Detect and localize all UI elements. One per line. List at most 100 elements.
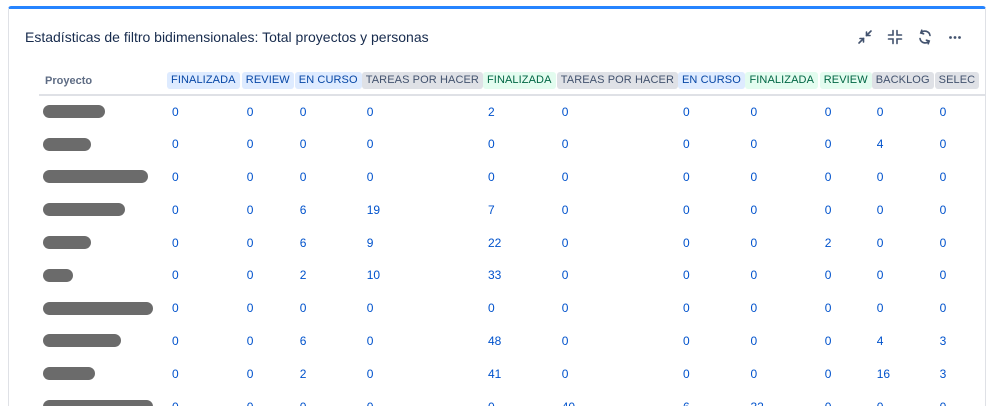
count-cell[interactable]: 0: [242, 292, 295, 325]
count-cell[interactable]: 6: [295, 226, 362, 259]
count-cell[interactable]: 0: [167, 161, 242, 194]
project-name-cell[interactable]: [39, 193, 167, 226]
count-cell[interactable]: 32: [745, 390, 819, 406]
project-column-header[interactable]: Proyecto: [39, 67, 167, 96]
count-cell[interactable]: 48: [483, 325, 557, 358]
count-cell[interactable]: 0: [362, 292, 483, 325]
count-cell[interactable]: 0: [745, 128, 819, 161]
count-cell[interactable]: 0: [820, 325, 872, 358]
count-cell[interactable]: 0: [820, 95, 872, 128]
count-cell[interactable]: 0: [557, 325, 678, 358]
count-cell[interactable]: 4: [872, 128, 935, 161]
count-cell[interactable]: 0: [678, 357, 745, 390]
count-cell[interactable]: 0: [362, 357, 483, 390]
count-cell[interactable]: 0: [935, 226, 985, 259]
minimize-icon[interactable]: [856, 28, 873, 45]
count-cell[interactable]: 0: [872, 292, 935, 325]
count-cell[interactable]: 6: [295, 193, 362, 226]
count-cell[interactable]: 0: [483, 292, 557, 325]
count-cell[interactable]: 0: [557, 95, 678, 128]
count-cell[interactable]: 0: [242, 226, 295, 259]
count-cell[interactable]: 9: [362, 226, 483, 259]
count-cell[interactable]: 0: [678, 128, 745, 161]
count-cell[interactable]: 0: [167, 325, 242, 358]
collapse-icon[interactable]: [886, 28, 903, 45]
count-cell[interactable]: 0: [242, 161, 295, 194]
count-cell[interactable]: 4: [872, 325, 935, 358]
count-cell[interactable]: 0: [872, 161, 935, 194]
count-cell[interactable]: 0: [935, 390, 985, 406]
count-cell[interactable]: 0: [745, 193, 819, 226]
project-name-cell[interactable]: [39, 226, 167, 259]
count-cell[interactable]: 19: [362, 193, 483, 226]
count-cell[interactable]: 0: [935, 292, 985, 325]
count-cell[interactable]: 0: [820, 193, 872, 226]
count-cell[interactable]: 0: [483, 161, 557, 194]
count-cell[interactable]: 0: [678, 226, 745, 259]
count-cell[interactable]: 0: [935, 161, 985, 194]
count-cell[interactable]: 0: [745, 357, 819, 390]
count-cell[interactable]: 6: [295, 325, 362, 358]
project-name-cell[interactable]: [39, 95, 167, 128]
count-cell[interactable]: 0: [557, 161, 678, 194]
count-cell[interactable]: 0: [362, 95, 483, 128]
count-cell[interactable]: 0: [295, 128, 362, 161]
count-cell[interactable]: 0: [295, 161, 362, 194]
count-cell[interactable]: 0: [242, 259, 295, 292]
count-cell[interactable]: 0: [242, 193, 295, 226]
count-cell[interactable]: 0: [872, 390, 935, 406]
count-cell[interactable]: 3: [935, 357, 985, 390]
count-cell[interactable]: 0: [745, 325, 819, 358]
project-name-cell[interactable]: [39, 259, 167, 292]
count-cell[interactable]: 2: [820, 226, 872, 259]
stats-table-container[interactable]: Proyecto FINALIZADA REVIEW EN CURSO TARE…: [39, 67, 985, 406]
count-cell[interactable]: 0: [557, 259, 678, 292]
count-cell[interactable]: 0: [678, 292, 745, 325]
count-cell[interactable]: 0: [745, 226, 819, 259]
count-cell[interactable]: 0: [362, 128, 483, 161]
count-cell[interactable]: 0: [167, 292, 242, 325]
count-cell[interactable]: 0: [935, 128, 985, 161]
count-cell[interactable]: 0: [362, 161, 483, 194]
count-cell[interactable]: 0: [242, 390, 295, 406]
count-cell[interactable]: 0: [295, 292, 362, 325]
count-cell[interactable]: 0: [678, 259, 745, 292]
count-cell[interactable]: 0: [745, 292, 819, 325]
count-cell[interactable]: 0: [678, 95, 745, 128]
project-name-cell[interactable]: [39, 128, 167, 161]
count-cell[interactable]: 0: [242, 325, 295, 358]
count-cell[interactable]: 0: [820, 161, 872, 194]
project-name-cell[interactable]: [39, 390, 167, 406]
count-cell[interactable]: 0: [678, 325, 745, 358]
count-cell[interactable]: 0: [745, 259, 819, 292]
count-cell[interactable]: 41: [483, 357, 557, 390]
count-cell[interactable]: 0: [167, 259, 242, 292]
count-cell[interactable]: 0: [820, 128, 872, 161]
count-cell[interactable]: 0: [557, 128, 678, 161]
count-cell[interactable]: 0: [167, 128, 242, 161]
count-cell[interactable]: 0: [242, 128, 295, 161]
count-cell[interactable]: 0: [935, 259, 985, 292]
count-cell[interactable]: 0: [242, 95, 295, 128]
count-cell[interactable]: 40: [557, 390, 678, 406]
count-cell[interactable]: 0: [820, 357, 872, 390]
count-cell[interactable]: 2: [295, 259, 362, 292]
count-cell[interactable]: 0: [557, 292, 678, 325]
count-cell[interactable]: 0: [872, 193, 935, 226]
count-cell[interactable]: 2: [295, 357, 362, 390]
count-cell[interactable]: 0: [745, 95, 819, 128]
count-cell[interactable]: 0: [745, 161, 819, 194]
project-name-cell[interactable]: [39, 161, 167, 194]
count-cell[interactable]: 0: [678, 193, 745, 226]
count-cell[interactable]: 0: [820, 390, 872, 406]
count-cell[interactable]: 0: [557, 357, 678, 390]
refresh-icon[interactable]: [916, 28, 933, 45]
count-cell[interactable]: 0: [935, 95, 985, 128]
count-cell[interactable]: 33: [483, 259, 557, 292]
count-cell[interactable]: 0: [242, 357, 295, 390]
count-cell[interactable]: 22: [483, 226, 557, 259]
count-cell[interactable]: 0: [820, 292, 872, 325]
count-cell[interactable]: 0: [483, 128, 557, 161]
count-cell[interactable]: 16: [872, 357, 935, 390]
count-cell[interactable]: 0: [295, 95, 362, 128]
